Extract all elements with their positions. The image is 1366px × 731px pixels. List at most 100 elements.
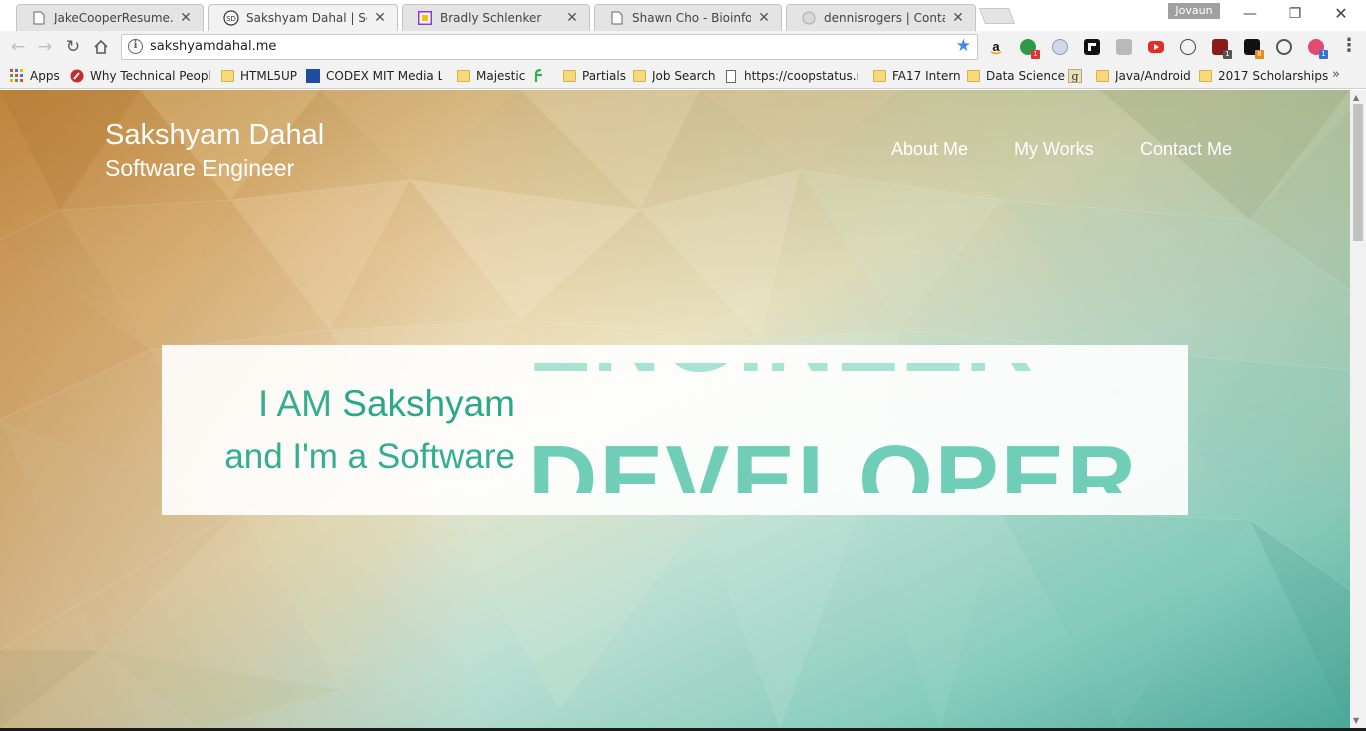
sd-logo-icon: SD [223,10,239,26]
browser-tab-strip: JakeCooperResume.pdf ✕ SD Sakshyam Dahal… [0,0,1366,31]
bookmark-label: CODEX MIT Media Lab [326,69,442,83]
scroll-up-arrow-icon[interactable]: ▲ [1353,93,1359,102]
globe-extension-icon[interactable] [1052,39,1068,55]
bookmark-html5up[interactable]: HTML5UP [221,67,297,85]
bookmark-fa17-intern[interactable]: FA17 Intern [873,67,961,85]
bookmark-label: https://coopstatus.net [744,69,858,83]
close-icon[interactable]: ✕ [757,11,771,25]
tab-title: dennisrogers | Contact [824,11,945,25]
flipboard-icon[interactable] [1084,39,1100,55]
rotating-word-current: DEVELOPER [528,426,1139,493]
close-window-icon[interactable]: ✕ [1331,5,1351,23]
forward-arrow-icon[interactable]: → [33,35,57,59]
tab-shawn-cho[interactable]: Shawn Cho - Bioinformatics ✕ [594,4,782,31]
site-tagline: Software Engineer [105,155,295,181]
folder-icon [563,70,576,82]
close-icon[interactable]: ✕ [951,11,965,25]
bookmark-label: Data Science [986,69,1065,83]
lightbulb-icon[interactable] [1180,39,1196,55]
folder-icon [873,70,886,82]
folder-icon [1199,70,1212,82]
bookmark-apps[interactable]: Apps [10,67,60,85]
bookmark-2017-scholarships[interactable]: 2017 Scholarships [1199,67,1328,85]
bookmark-star-icon[interactable]: ★ [956,36,971,56]
bookmark-label: FA17 Intern [892,69,961,83]
tab-title: Bradly Schlenker [440,11,542,25]
address-bar[interactable]: i sakshyamdahal.me ★ [121,34,978,60]
youtube-icon[interactable] [1148,41,1164,53]
tab-jake-cooper-resume[interactable]: JakeCooperResume.pdf ✕ [16,4,204,31]
extension-badge: 1 [1319,50,1328,59]
codex-icon [306,69,320,83]
site-name[interactable]: Sakshyam Dahal [105,119,324,152]
intro-card: I AM Sakshyam and I'm a Software ENGINEE… [162,345,1188,515]
tab-sakshyam-dahal[interactable]: SD Sakshyam Dahal | Software Engineer ✕ [208,4,398,31]
bookmark-data-science[interactable]: Data Science [967,67,1065,85]
nav-contact-me[interactable]: Contact Me [1140,139,1232,160]
info-icon[interactable]: i [128,39,143,54]
close-icon[interactable]: ✕ [373,11,387,25]
amazon-icon[interactable]: a [988,39,1004,55]
red-circle-icon [70,69,84,83]
bookmark-g[interactable]: g [1068,67,1088,85]
svg-text:a: a [992,39,1000,54]
bookmark-partials[interactable]: Partials [563,67,626,85]
folder-icon [221,70,234,82]
page-viewport: Sakshyam Dahal Software Engineer About M… [0,90,1350,728]
reload-icon[interactable]: ↻ [61,35,85,59]
address-url[interactable]: sakshyamdahal.me [150,39,276,54]
browser-toolbar: ← → ↻ i sakshyamdahal.me ★ a 1 1 8 1 ⋮ [0,31,1366,63]
minimize-icon[interactable]: — [1240,5,1260,23]
back-arrow-icon[interactable]: ← [6,35,30,59]
rotating-words: ENGINEER DEVELOPER [528,363,1168,493]
bookmark-label: Partials [582,69,626,83]
scrollbar-thumb[interactable] [1353,104,1363,241]
page-icon [609,10,625,26]
bookmark-java-android[interactable]: Java/Android [1096,67,1191,85]
bookmark-label: Why Technical People [90,69,210,83]
restore-icon[interactable]: ❐ [1285,5,1305,23]
sync-icon[interactable] [1276,39,1292,55]
folder-icon [967,70,980,82]
grey-extension-icon[interactable] [1116,39,1132,55]
bookmark-label: Apps [30,69,60,83]
menu-kebab-icon[interactable]: ⋮ [1340,35,1358,59]
bookmark-feedly[interactable] [533,67,553,85]
page-scrollbar[interactable]: ▲ ▼ [1350,90,1366,728]
rotating-word-previous: ENGINEER [528,363,1035,393]
bookmark-coopstatus[interactable]: https://coopstatus.net [724,67,858,85]
globe-icon [801,10,817,26]
bookmark-label: Java/Android [1115,69,1191,83]
scroll-down-arrow-icon[interactable]: ▼ [1353,716,1359,725]
close-icon[interactable]: ✕ [565,11,579,25]
pink-extension-icon[interactable]: 1 [1308,39,1328,59]
green-extension-icon[interactable]: 1 [1020,39,1040,59]
svg-text:g: g [1071,70,1078,82]
bookmark-majestic[interactable]: Majestic [457,67,525,85]
tab-title: JakeCooperResume.pdf [54,11,173,25]
bookmarks-bar: Apps Why Technical People HTML5UP CODEX … [0,63,1366,89]
bookmark-why-technical-people[interactable]: Why Technical People [70,67,210,85]
folder-icon [633,70,646,82]
intro-subline: and I'm a Software [224,437,515,476]
bookmark-codex-mit[interactable]: CODEX MIT Media Lab [306,67,442,85]
nav-about-me[interactable]: About Me [891,139,968,160]
bookmark-label: Job Search [652,69,716,83]
new-tab-button[interactable] [979,8,1015,24]
dark-extension-icon[interactable]: 8 [1244,39,1264,59]
tab-bradly-schlenker[interactable]: Bradly Schlenker ✕ [402,4,590,31]
bookmark-label: HTML5UP [240,69,298,83]
intro-headline: I AM Sakshyam [258,383,515,425]
bookmark-label: Majestic [476,69,526,83]
close-icon[interactable]: ✕ [179,11,193,25]
nav-my-works[interactable]: My Works [1014,139,1094,160]
bookmark-label: 2017 Scholarships [1218,69,1329,83]
tab-dennisrogers-contact[interactable]: dennisrogers | Contact ✕ [786,4,976,31]
profile-badge[interactable]: Jovaun [1168,3,1220,19]
ublock-icon[interactable]: 1 [1212,39,1232,59]
home-icon[interactable] [89,35,113,59]
svg-text:SD: SD [226,15,236,23]
bookmark-job-search[interactable]: Job Search [633,67,716,85]
apps-grid-icon [10,69,24,83]
more-bookmarks-chevron-icon[interactable]: » [1332,67,1340,82]
